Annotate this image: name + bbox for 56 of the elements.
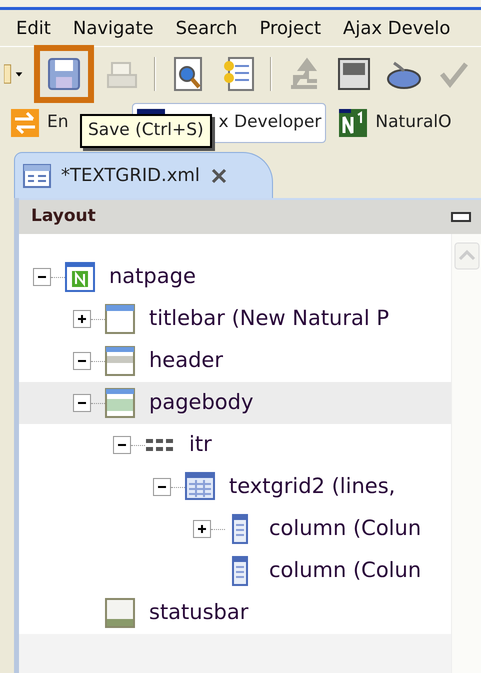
menu-item[interactable]: Ajax Develo [343,14,450,42]
tree-row[interactable]: natpage [19,256,451,298]
section-icon [105,345,135,377]
tree-item-label[interactable]: pagebody [149,387,254,419]
editor-tab-title: *TEXTGRID.xml [61,164,200,188]
expand-toggle[interactable] [73,310,91,328]
table-icon [185,471,215,503]
perspective-button[interactable]: En [6,103,74,143]
editor-tab[interactable]: *TEXTGRID.xml [14,152,273,198]
tree-row[interactable]: titlebar (New Natural P [19,298,451,340]
plus-icon [77,314,87,324]
tree-row[interactable]: column (Colun [19,508,451,550]
n-logo-icon [65,261,95,293]
collapse-toggle[interactable] [73,394,91,412]
vertical-scrollbar[interactable] [451,234,481,673]
compare-document-icon [221,56,255,92]
panel-title: Layout [31,205,96,228]
plus-icon [197,524,207,534]
tree-item-label[interactable]: textgrid2 (lines, [229,471,396,503]
collapse-toggle[interactable] [33,268,51,286]
tree-row[interactable]: pagebody [19,382,451,424]
window-icon [105,303,135,335]
magnifier-document-icon [171,56,205,92]
menu-item[interactable]: Search [176,14,238,42]
tree-row[interactable]: itr [19,424,451,466]
tree-item-label[interactable]: natpage [109,261,196,293]
collapse-toggle[interactable] [153,478,171,496]
tree-item-label[interactable]: titlebar (New Natural P [149,303,390,335]
tree-item-label[interactable]: header [149,345,223,377]
tree-item-label[interactable]: column (Colun [269,513,422,545]
save-icon [47,56,81,90]
section-icon [105,387,135,419]
menu-item[interactable]: Navigate [72,14,154,42]
column-icon [232,513,248,545]
n1-logo-icon [339,107,368,139]
menu-item[interactable]: Project [259,14,322,42]
css-file-icon [337,56,371,90]
tree-row[interactable]: textgrid2 (lines, [19,466,451,508]
tree-row[interactable]: statusbar [19,592,451,634]
collapse-toggle[interactable] [73,352,91,370]
tree-item-label[interactable]: statusbar [149,597,248,629]
tree-row[interactable]: header [19,340,451,382]
menu-item[interactable]: Edit [16,14,51,42]
tree-item-label[interactable]: itr [189,429,212,461]
arrows-icon [11,107,39,139]
toolbar-button[interactable] [34,44,94,102]
layout-file-icon [23,164,51,188]
status-bar-icon [105,597,135,629]
collapse-toggle[interactable] [113,436,131,454]
perspective-button[interactable]: NaturalO [334,103,457,143]
column-icon [232,555,248,587]
close-icon[interactable] [210,166,228,184]
minimize-icon[interactable] [451,212,471,222]
tree-row[interactable]: column (Colun [19,550,451,592]
tree-item-label[interactable]: column (Colun [269,555,422,587]
expand-toggle[interactable] [193,520,211,538]
